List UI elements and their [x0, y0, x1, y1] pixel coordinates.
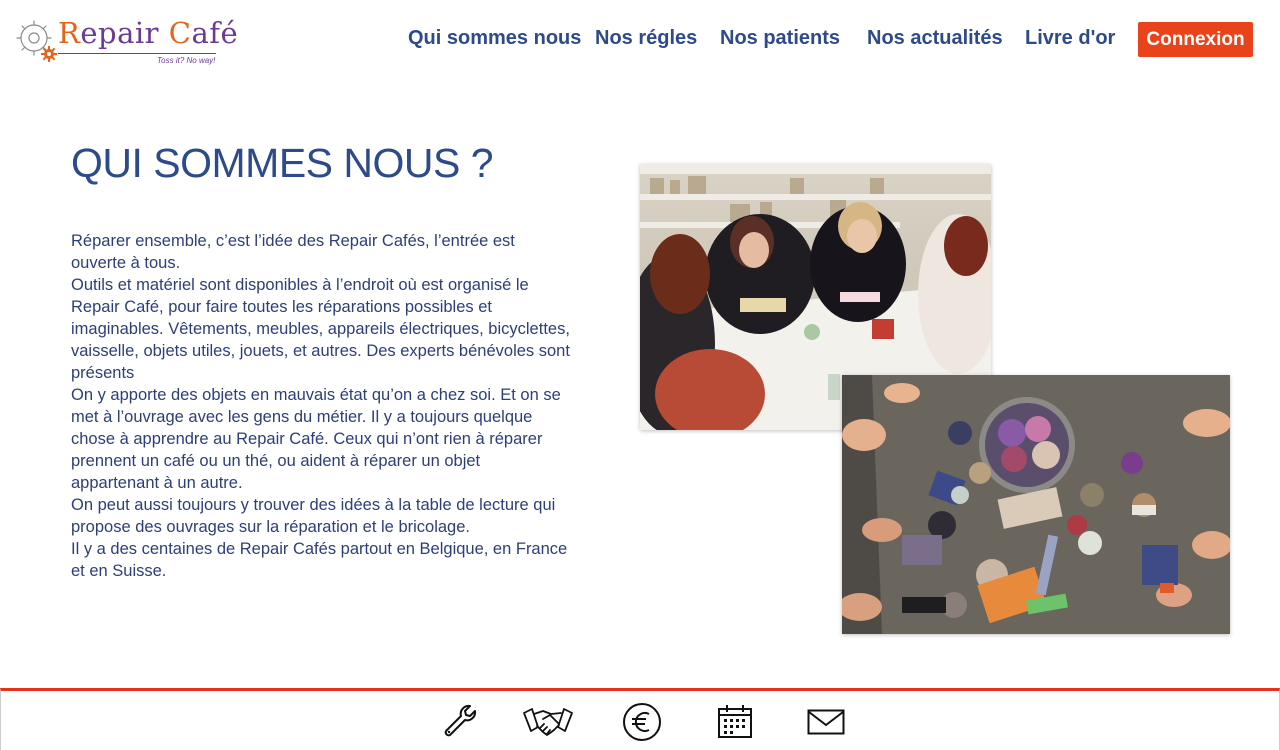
paragraph: On peut aussi toujours y trouver des idé… — [71, 496, 556, 536]
logo-underline — [58, 53, 216, 54]
footer-bar — [0, 688, 1280, 750]
euro-icon[interactable] — [622, 702, 662, 742]
wrench-icon[interactable] — [442, 703, 478, 739]
main-nav: Qui sommes nous Nos régles Nos patients … — [0, 27, 1280, 53]
paragraph: Il y a des centaines de Repair Cafés par… — [71, 540, 568, 580]
connexion-button[interactable]: Connexion — [1138, 22, 1253, 57]
about-text: Réparer ensemble, c’est l’idée des Repai… — [71, 230, 571, 582]
nav-qui-sommes-nous[interactable]: Qui sommes nous — [408, 27, 581, 50]
paragraph: On y apporte des objets en mauvais état … — [71, 386, 561, 492]
header: Repair Café Toss it? No way! Qui sommes … — [0, 0, 1280, 80]
paragraph: Outils et matériel sont disponibles à l’… — [71, 276, 570, 382]
mail-icon[interactable] — [807, 709, 845, 735]
logo-tagline: Toss it? No way! — [157, 56, 216, 65]
nav-livre-dor[interactable]: Livre d'or — [1025, 27, 1115, 50]
page-title: QUI SOMMES NOUS ? — [71, 140, 494, 186]
photo-yarn-table — [842, 375, 1230, 634]
nav-nos-patients[interactable]: Nos patients — [720, 27, 840, 50]
calendar-icon[interactable] — [717, 703, 753, 739]
nav-nos-actualites[interactable]: Nos actualités — [867, 27, 1003, 50]
handshake-icon[interactable] — [523, 705, 573, 739]
paragraph: Réparer ensemble, c’est l’idée des Repai… — [71, 232, 515, 272]
nav-nos-regles[interactable]: Nos régles — [595, 27, 697, 50]
